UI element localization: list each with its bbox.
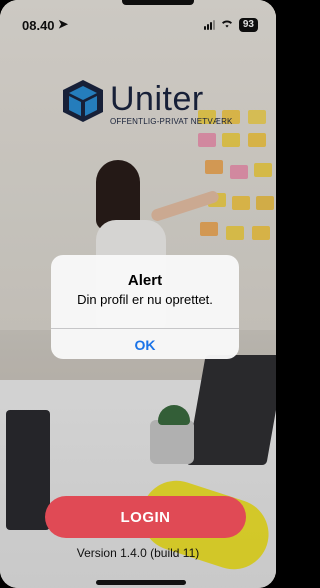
home-indicator [96,580,186,585]
version-label: Version 1.4.0 (build 11) [76,546,200,560]
alert-ok-button[interactable]: OK [51,329,239,359]
alert-dialog: Alert Din profil er nu oprettet. OK [51,255,239,359]
login-button[interactable]: LOGIN [45,496,246,538]
alert-message: Din profil er nu oprettet. [77,292,213,307]
phone-screen: 08.40 ➤ 93 Uniter OFFENTLIG-PRIVAT NETVÆ… [0,0,276,588]
alert-title: Alert [127,272,163,289]
